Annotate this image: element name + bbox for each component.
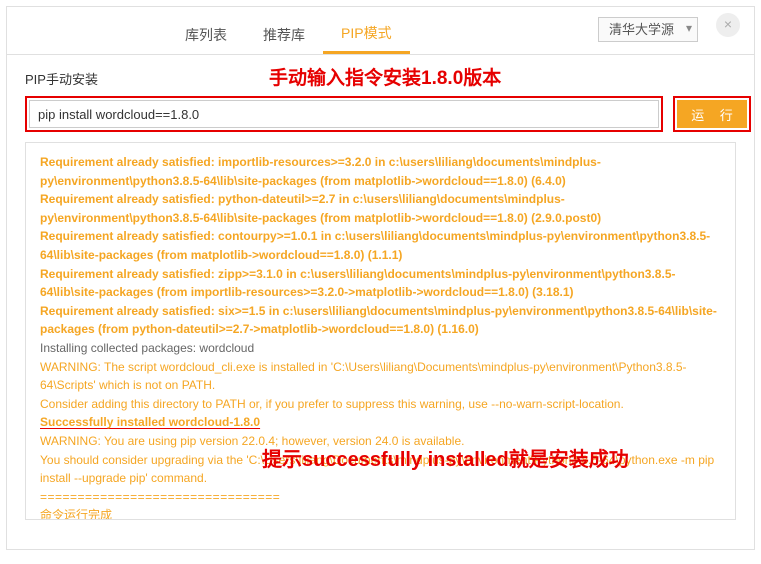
main-panel: 库列表 推荐库 PIP模式 清华大学源 × PIP手动安装 手动输入指令安装1.… [6,6,755,550]
source-row: 清华大学源 [598,17,698,42]
annotation-top: 手动输入指令安装1.8.0版本 [269,63,501,90]
log-line: Consider adding this directory to PATH o… [40,395,727,414]
annotation-success: 提示successfully installed就是安装成功 [262,443,629,472]
log-line: Installing collected packages: wordcloud [40,339,727,358]
input-highlight-box [25,96,663,132]
tab-pip-mode[interactable]: PIP模式 [323,15,410,54]
log-done: 命令运行完成 [40,506,727,520]
run-highlight-box: 运 行 [673,96,751,132]
tab-lib-list[interactable]: 库列表 [167,17,245,53]
log-line: Requirement already satisfied: zipp>=3.1… [40,265,727,302]
command-input[interactable] [29,100,659,128]
pip-section: PIP手动安装 手动输入指令安装1.8.0版本 运 行 提示successful… [7,55,754,520]
log-line: Requirement already satisfied: six>=1.5 … [40,302,727,339]
close-icon[interactable]: × [716,13,740,37]
run-button[interactable]: 运 行 [677,100,747,128]
log-line: WARNING: The script wordcloud_cli.exe is… [40,358,727,395]
tab-bar: 库列表 推荐库 PIP模式 清华大学源 × [7,7,754,55]
source-select[interactable]: 清华大学源 [598,17,698,42]
log-line: Requirement already satisfied: contourpy… [40,227,727,264]
input-row: 运 行 [25,96,736,132]
log-line: Requirement already satisfied: python-da… [40,190,727,227]
log-success-line: Successfully installed wordcloud-1.8.0 [40,413,727,432]
log-separator: ================================ [40,488,727,507]
log-line: Requirement already satisfied: importlib… [40,153,727,190]
tab-recommended[interactable]: 推荐库 [245,17,323,53]
